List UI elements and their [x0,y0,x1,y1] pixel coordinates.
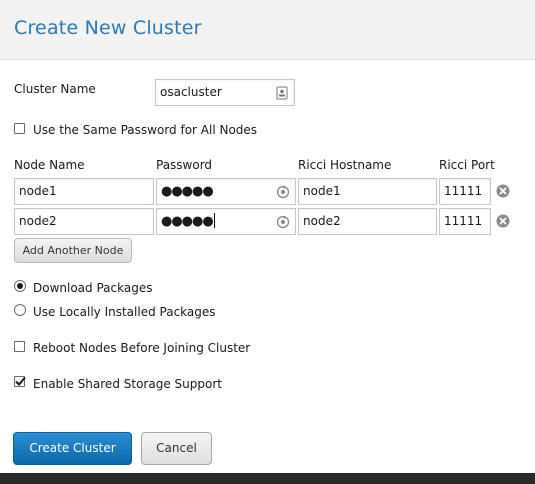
ricci-port-value: 11111 [444,184,483,198]
password-reveal-icon[interactable] [276,185,290,199]
download-packages-radio[interactable] [14,280,26,292]
dialog-title: Create New Cluster [14,17,202,39]
footer-bar [0,473,535,484]
ricci-hostname-input[interactable]: node1 [298,178,437,205]
column-header-ricci-port: Ricci Port [439,158,495,172]
shared-storage-label: Enable Shared Storage Support [33,377,222,391]
column-header-ricci-hostname: Ricci Hostname [298,158,392,172]
local-packages-label: Use Locally Installed Packages [33,305,216,319]
cluster-name-value: osacluster [160,85,222,99]
cancel-button[interactable]: Cancel [141,432,212,465]
cluster-name-label: Cluster Name [14,82,96,96]
remove-node-icon[interactable] [496,214,510,228]
add-node-button[interactable]: Add Another Node [14,238,132,263]
node-name-input[interactable]: node1 [14,178,154,205]
ricci-hostname-value: node1 [303,184,341,198]
reboot-nodes-label: Reboot Nodes Before Joining Cluster [33,341,251,355]
dialog-header: Create New Cluster [0,0,535,60]
node-password-mask: ●●●●● [161,184,214,199]
node-password-mask: ●●●●● [161,213,215,229]
remove-node-icon[interactable] [496,184,510,198]
shared-storage-checkbox[interactable] [14,376,26,387]
column-header-password: Password [156,158,213,172]
checkmark-icon [15,376,26,386]
node-password-input[interactable]: ●●●●● [156,178,296,205]
local-packages-radio[interactable] [14,304,26,316]
node-name-value: node2 [19,214,57,228]
ricci-port-value: 11111 [444,214,483,228]
same-password-checkbox[interactable] [14,123,25,134]
node-password-input[interactable]: ●●●●● [156,208,296,235]
reboot-nodes-checkbox[interactable] [14,341,25,352]
same-password-label: Use the Same Password for All Nodes [33,123,258,137]
cluster-name-input[interactable]: osacluster [155,79,295,106]
create-cluster-button[interactable]: Create Cluster [13,432,132,465]
download-packages-label: Download Packages [33,281,153,295]
ricci-port-input[interactable]: 11111 [439,178,491,205]
node-name-input[interactable]: node2 [14,208,154,235]
text-caret [213,213,215,228]
contact-card-icon [276,86,288,100]
password-reveal-icon[interactable] [276,215,290,229]
node-name-value: node1 [19,184,57,198]
ricci-hostname-input[interactable]: node2 [298,208,437,235]
column-header-node-name: Node Name [14,158,85,172]
ricci-port-input[interactable]: 11111 [439,208,491,235]
ricci-hostname-value: node2 [303,214,341,228]
